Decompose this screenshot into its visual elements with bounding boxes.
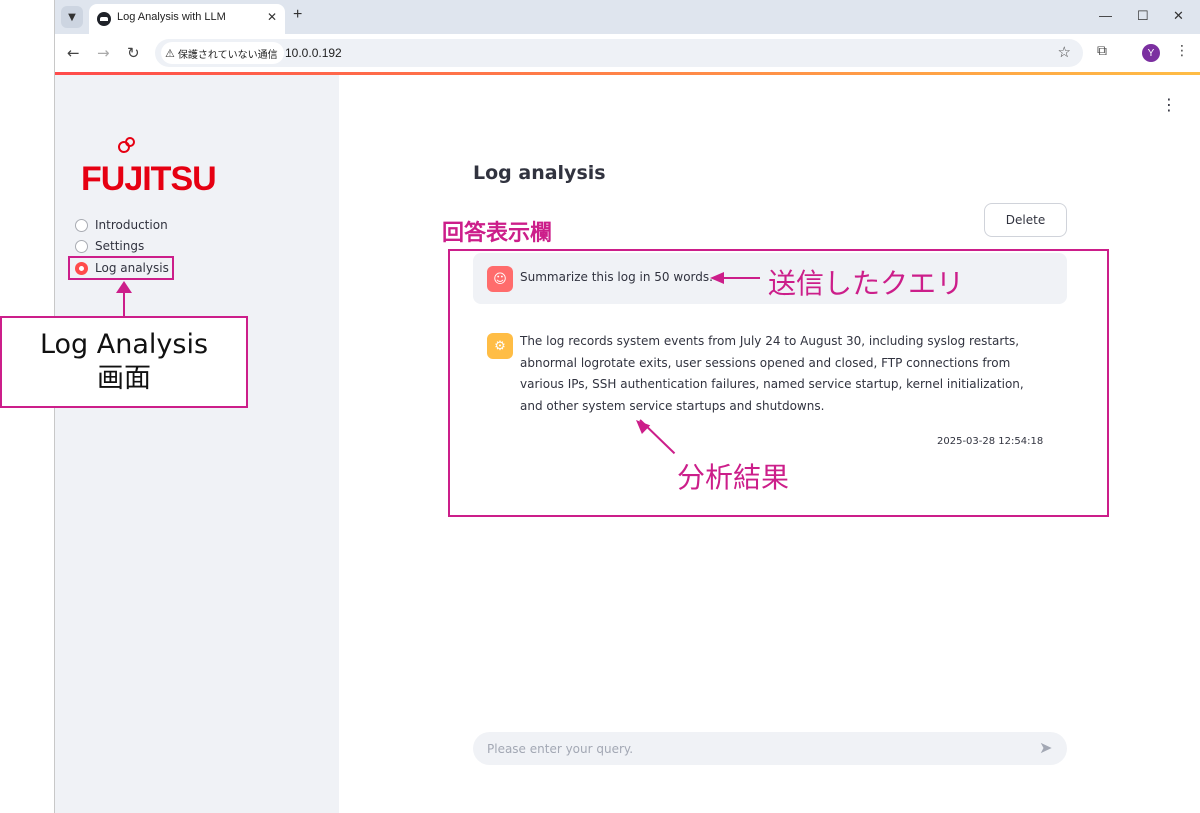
fujitsu-logo-mark-2	[125, 137, 135, 147]
tab-search-icon[interactable]: ▼	[61, 6, 83, 28]
stage: ▼ Log Analysis with LLM ✕ + — ☐ ✕ ← → ↻ …	[0, 0, 1200, 813]
callout-line-1: Log Analysis	[39, 329, 209, 360]
fujitsu-logo: FUJITSU	[81, 160, 217, 198]
annotation-arrow-shaft	[724, 277, 760, 279]
tab-title: Log Analysis with LLM	[117, 11, 226, 23]
analysis-result-label: 分析結果	[677, 461, 790, 494]
app-menu-icon[interactable]: ⋮	[1161, 95, 1177, 114]
log-analysis-highlight	[68, 256, 174, 280]
browser-toolbar: ← → ↻ ⚠ 保護されていない通信 10.0.0.192 ☆ ⧉ Y ⋮	[55, 34, 1200, 72]
response-area-label: 回答表示欄	[442, 221, 553, 246]
maximize-icon[interactable]: ☐	[1137, 8, 1149, 24]
close-window-icon[interactable]: ✕	[1173, 8, 1184, 24]
browser-tab[interactable]: Log Analysis with LLM ✕	[89, 4, 285, 34]
minimize-icon[interactable]: —	[1099, 8, 1112, 23]
page-title: Log analysis	[473, 162, 606, 184]
sent-query-label: 送信したクエリ	[768, 267, 965, 300]
profile-avatar[interactable]: Y	[1142, 44, 1160, 62]
nav-label: Settings	[95, 239, 145, 253]
annotation-arrow-shaft	[123, 292, 125, 316]
security-chip[interactable]: ⚠ 保護されていない通信	[161, 42, 284, 64]
nav-label: Introduction	[95, 218, 168, 232]
forward-icon[interactable]: →	[97, 44, 110, 62]
nav-radio-introduction[interactable]: Introduction	[75, 216, 168, 234]
radio-button[interactable]	[75, 239, 88, 253]
streamlit-icon	[97, 12, 111, 26]
callout-line-2: 画面	[97, 363, 151, 394]
warning-icon: ⚠	[165, 46, 175, 60]
annotation-arrow-left	[710, 272, 724, 284]
reload-icon[interactable]: ↻	[127, 44, 140, 62]
address-bar[interactable]: ⚠ 保護されていない通信 10.0.0.192 ☆	[155, 39, 1083, 67]
close-tab-icon[interactable]: ✕	[267, 10, 277, 24]
extensions-icon[interactable]: ⧉	[1097, 43, 1107, 59]
chat-input-container: ➤	[473, 732, 1067, 765]
tab-strip: ▼ Log Analysis with LLM ✕ + — ☐ ✕	[55, 0, 1200, 34]
bookmark-star-icon[interactable]: ☆	[1058, 43, 1071, 61]
new-tab-icon[interactable]: +	[293, 6, 302, 24]
back-icon[interactable]: ←	[67, 44, 80, 62]
delete-button[interactable]: Delete	[984, 203, 1067, 237]
security-warning: 保護されていない通信	[177, 49, 278, 61]
url-text[interactable]: 10.0.0.192	[285, 46, 342, 60]
send-icon[interactable]: ➤	[1039, 738, 1052, 757]
browser-menu-icon[interactable]: ⋮	[1175, 43, 1189, 59]
nav-radio-settings[interactable]: Settings	[75, 237, 144, 255]
sidebar: FUJITSU Introduction Settings Log analys…	[55, 75, 339, 813]
screen-callout: Log Analysis 画面	[0, 316, 248, 408]
radio-button[interactable]	[75, 218, 88, 232]
query-input[interactable]	[487, 732, 1017, 765]
